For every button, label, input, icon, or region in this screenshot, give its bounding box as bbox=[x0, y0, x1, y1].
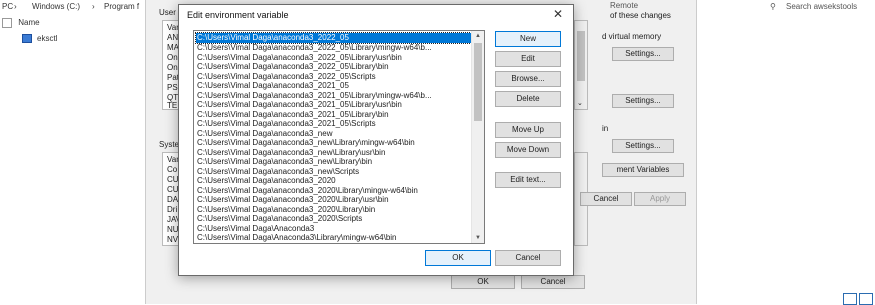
new-button[interactable]: New bbox=[495, 31, 561, 47]
chevron-down-icon[interactable]: ⌄ bbox=[577, 99, 583, 107]
cancel-button-bg2[interactable]: Cancel bbox=[521, 275, 585, 289]
list-item: Dri bbox=[167, 205, 178, 214]
apply-button[interactable]: Apply bbox=[634, 192, 686, 206]
checkbox-icon bbox=[2, 18, 12, 28]
settings-button[interactable]: Settings... bbox=[612, 139, 674, 153]
list-item: TE bbox=[167, 101, 178, 110]
chevron-up-icon[interactable]: ▲ bbox=[472, 31, 484, 41]
list-item: On bbox=[167, 53, 178, 62]
details-view-icon[interactable] bbox=[843, 293, 857, 305]
browse-button[interactable]: Browse... bbox=[495, 71, 561, 87]
scrollbar[interactable]: ▲ ▼ bbox=[471, 31, 484, 243]
edit-text-button[interactable]: Edit text... bbox=[495, 172, 561, 188]
breadcrumb-folder[interactable]: Program f bbox=[104, 1, 139, 13]
list-item[interactable]: C:\Users\Vimal Daga\anaconda3_2020\Libra… bbox=[196, 195, 471, 205]
list-item[interactable]: C:\Users\Vimal Daga\anaconda3_2022_05\Li… bbox=[196, 43, 471, 53]
list-item[interactable]: C:\Users\Vimal Daga\Anaconda3\Library\mi… bbox=[196, 233, 471, 243]
chevron-down-icon[interactable]: ▼ bbox=[472, 233, 484, 243]
info-text: in bbox=[602, 124, 609, 133]
scroll-thumb[interactable] bbox=[474, 43, 482, 121]
large-icons-view-icon[interactable] bbox=[859, 293, 873, 305]
file-list: Name eksctl bbox=[0, 14, 150, 304]
list-item[interactable]: C:\Users\Vimal Daga\anaconda3_2022_05\Li… bbox=[196, 62, 471, 72]
breadcrumb-drive[interactable]: Windows (C:) bbox=[32, 1, 80, 13]
breadcrumb-pc[interactable]: PC bbox=[2, 1, 13, 13]
list-item: NU bbox=[167, 225, 179, 234]
list-item[interactable]: C:\Users\Vimal Daga\anaconda3_2021_05\Li… bbox=[196, 100, 471, 110]
ok-button-bg[interactable]: OK bbox=[451, 275, 515, 289]
list-item: On bbox=[167, 63, 178, 72]
environment-variables-button[interactable]: ment Variables bbox=[602, 163, 684, 177]
search-placeholder: Search awsekstools bbox=[786, 2, 858, 11]
list-item[interactable]: C:\Users\Vimal Daga\anaconda3_2022_05 bbox=[195, 32, 472, 44]
edit-button[interactable]: Edit bbox=[495, 51, 561, 67]
info-text: d virtual memory bbox=[602, 32, 662, 41]
file-name: eksctl bbox=[37, 34, 58, 43]
user-vars-label: User bbox=[159, 8, 176, 17]
list-item[interactable]: C:\Users\Vimal Daga\anaconda3_new\Librar… bbox=[196, 157, 471, 167]
list-item[interactable]: C:\Users\Vimal Daga\anaconda3_2021_05\Sc… bbox=[196, 119, 471, 129]
column-label: Name bbox=[18, 18, 40, 28]
tab-remote[interactable]: Remote bbox=[610, 1, 638, 10]
move-down-button[interactable]: Move Down bbox=[495, 142, 561, 158]
cancel-button[interactable]: Cancel bbox=[495, 250, 561, 266]
settings-button[interactable]: Settings... bbox=[612, 94, 674, 108]
settings-button[interactable]: Settings... bbox=[612, 47, 674, 61]
column-header-name[interactable]: Name bbox=[2, 18, 40, 28]
search-icon: ⚲ bbox=[770, 2, 776, 11]
executable-icon bbox=[22, 34, 32, 44]
list-item: DA bbox=[167, 195, 179, 204]
list-item[interactable]: C:\Users\Vimal Daga\anaconda3_new\Librar… bbox=[196, 138, 471, 148]
scroll-thumb[interactable] bbox=[577, 31, 585, 81]
search-box[interactable]: ⚲ Search awsekstools bbox=[766, 1, 872, 14]
cancel-button-bg[interactable]: Cancel bbox=[580, 192, 632, 206]
list-item: CU bbox=[167, 185, 179, 194]
list-item: CU bbox=[167, 175, 179, 184]
close-icon[interactable]: ✕ bbox=[553, 7, 563, 21]
delete-button[interactable]: Delete bbox=[495, 91, 561, 107]
list-item[interactable]: C:\Users\Vimal Daga\anaconda3_2020\Scrip… bbox=[196, 214, 471, 224]
list-item: AN bbox=[167, 33, 179, 42]
list-item[interactable]: eksctl bbox=[22, 34, 58, 44]
ok-button[interactable]: OK bbox=[425, 250, 491, 266]
scrollbar[interactable]: ⌄ bbox=[574, 20, 588, 110]
chevron-right-icon: › bbox=[14, 2, 17, 11]
list-item: NV bbox=[167, 235, 179, 244]
path-entries-list[interactable]: C:\Users\Vimal Daga\anaconda3_2022_05 C:… bbox=[193, 30, 485, 244]
edit-env-var-dialog: Edit environment variable ✕ C:\Users\Vim… bbox=[178, 4, 574, 276]
list-item[interactable]: C:\Users\Vimal Daga\anaconda3_2021_05 bbox=[196, 81, 471, 91]
chevron-right-icon: › bbox=[92, 2, 95, 11]
list-item: PS bbox=[167, 83, 178, 92]
dialog-title: Edit environment variable bbox=[187, 10, 289, 20]
info-text: of these changes bbox=[610, 11, 671, 20]
list-item[interactable]: C:\Users\Vimal Daga\anaconda3_2020 bbox=[196, 176, 471, 186]
system-vars-label: Syste bbox=[159, 140, 180, 149]
move-up-button[interactable]: Move Up bbox=[495, 122, 561, 138]
list-item: Co bbox=[167, 165, 178, 174]
